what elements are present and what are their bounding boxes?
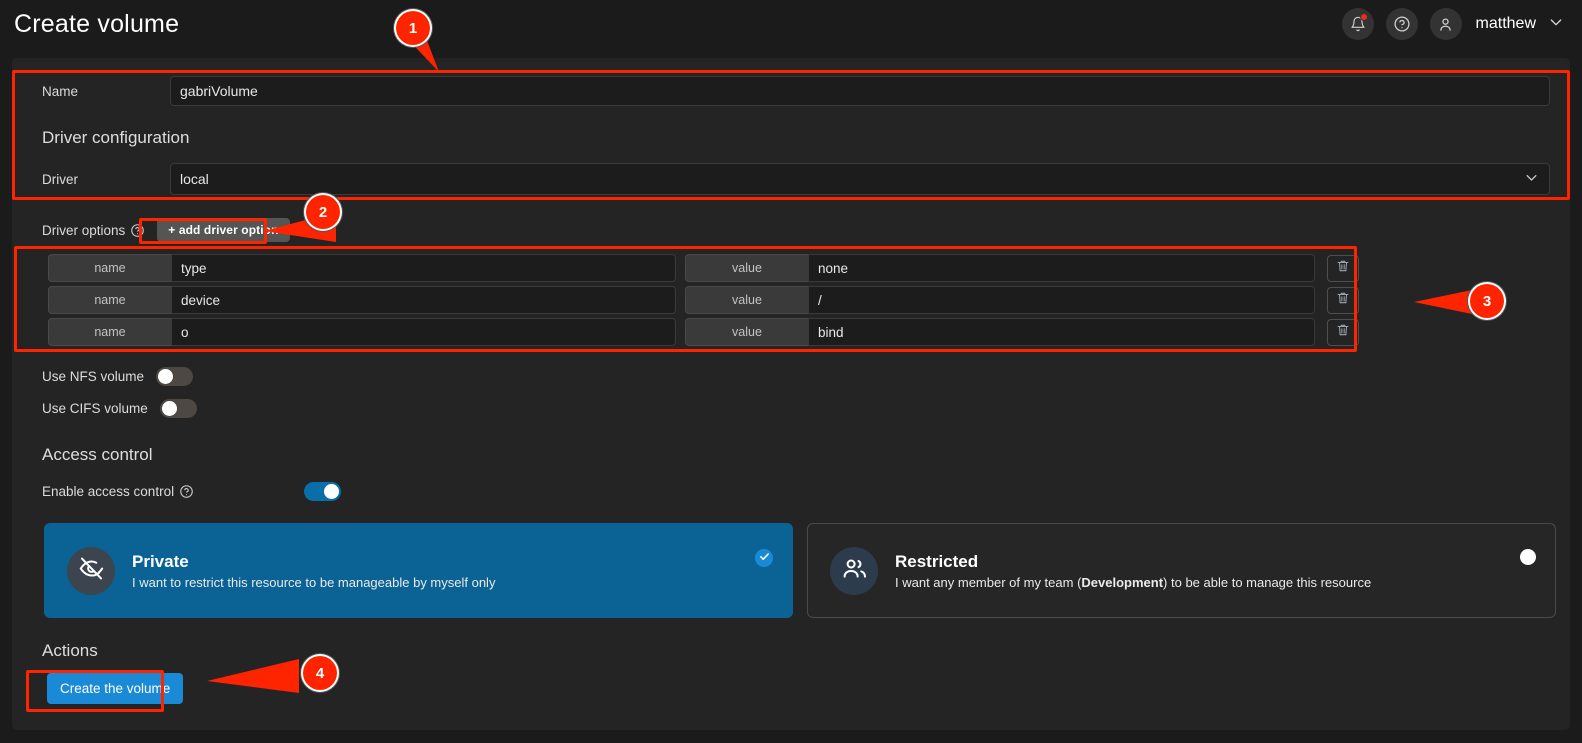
card-title: Private: [132, 551, 189, 571]
check-icon: [759, 549, 770, 567]
option-name-input[interactable]: type: [171, 254, 676, 282]
app-header: Create volume matthew: [0, 0, 1582, 48]
option-value-prefix: value: [685, 254, 808, 282]
trash-icon: [1336, 323, 1350, 342]
avatar[interactable]: [1429, 8, 1462, 40]
use-nfs-label: Use NFS volume: [42, 369, 145, 384]
option-value-prefix: value: [685, 318, 808, 346]
option-name-group: name o: [48, 318, 676, 346]
toggle-knob: [158, 369, 174, 384]
access-card-private[interactable]: Private I want to restrict this resource…: [44, 523, 793, 618]
driver-option-row: name device value /: [48, 286, 1554, 314]
card-desc-prefix: I want to restrict this resource to be m…: [132, 574, 496, 590]
card-icon-wrapper: [830, 546, 878, 595]
option-name-input[interactable]: o: [171, 318, 676, 346]
notifications-button[interactable]: [1341, 8, 1374, 40]
annotation-marker-2: 2: [306, 195, 340, 229]
toggle-knob: [324, 484, 340, 499]
card-desc-team: Development: [1081, 574, 1164, 590]
unselected-indicator: [1520, 549, 1536, 565]
card-text: Private I want to restrict this resource…: [132, 552, 495, 590]
enable-access-control-toggle[interactable]: [304, 482, 342, 501]
help-button[interactable]: [1385, 8, 1418, 40]
driver-label: Driver: [42, 171, 78, 187]
driver-row: Driver local: [28, 163, 1554, 195]
trash-icon: [1336, 291, 1350, 310]
use-cifs-toggle[interactable]: [159, 399, 197, 418]
user-avatar-icon: [1437, 16, 1454, 33]
enable-access-control-row: Enable access control: [42, 482, 1554, 501]
access-card-restricted[interactable]: Restricted I want any member of my team …: [807, 523, 1556, 618]
users-icon: [841, 555, 868, 587]
access-control-cards: Private I want to restrict this resource…: [42, 523, 1558, 618]
enable-access-control-label: Enable access control: [42, 484, 175, 499]
annotation-marker-1: 1: [396, 11, 430, 45]
header-actions: matthew: [1341, 8, 1564, 40]
access-control-title: Access control: [42, 445, 153, 464]
annotation-marker-3: 3: [1470, 284, 1504, 318]
help-icon: [1393, 15, 1411, 33]
use-nfs-row: Use NFS volume: [42, 367, 1554, 386]
option-name-prefix: name: [48, 286, 171, 314]
name-row: Name gabriVolume: [28, 76, 1554, 106]
driver-configuration-title: Driver configuration: [42, 128, 190, 147]
option-name-prefix: name: [48, 318, 171, 346]
option-name-input[interactable]: device: [171, 286, 676, 314]
selected-indicator: [755, 549, 773, 567]
card-text: Restricted I want any member of my team …: [895, 552, 1371, 590]
annotation-marker-4: 4: [303, 656, 337, 690]
option-value-input[interactable]: bind: [808, 318, 1315, 346]
delete-option-button[interactable]: [1327, 254, 1359, 282]
option-name-prefix: name: [48, 254, 171, 282]
help-icon[interactable]: [130, 223, 145, 238]
chevron-down-icon[interactable]: [1548, 14, 1564, 35]
card-desc-prefix: I want any member of my team (: [895, 574, 1082, 590]
option-value-input[interactable]: none: [808, 254, 1315, 282]
notification-badge: [1359, 13, 1368, 21]
card-description: I want any member of my team (Developmen…: [895, 575, 1371, 590]
name-label: Name: [42, 83, 79, 99]
driver-option-row: name type value none: [48, 254, 1554, 282]
annotation-arrow-4: [207, 659, 299, 693]
use-nfs-toggle[interactable]: [156, 367, 194, 386]
card-description: I want to restrict this resource to be m…: [132, 575, 495, 590]
option-value-prefix: value: [685, 286, 808, 314]
option-name-group: name device: [48, 286, 676, 314]
option-value-input[interactable]: /: [808, 286, 1315, 314]
page-title: Create volume: [14, 9, 180, 38]
card-title: Restricted: [895, 551, 979, 571]
toggle-knob: [161, 401, 177, 416]
driver-option-row: name o value bind: [48, 318, 1554, 346]
name-input[interactable]: gabriVolume: [170, 76, 1550, 106]
option-value-group: value bind: [685, 318, 1315, 346]
app-root: Create volume matthew Name gabriVolume D…: [0, 0, 1582, 743]
use-cifs-label: Use CIFS volume: [42, 401, 148, 416]
delete-option-button[interactable]: [1327, 286, 1359, 314]
card-icon-wrapper: [67, 546, 115, 595]
driver-select[interactable]: local: [170, 163, 1550, 195]
driver-select-value: local: [180, 171, 209, 187]
create-volume-button[interactable]: Create the volume: [47, 673, 184, 704]
card-desc-suffix: ) to be able to manage this resource: [1163, 574, 1372, 590]
driver-options-list: name type value none name device value /…: [48, 254, 1554, 346]
driver-options-label: Driver options: [42, 222, 126, 238]
delete-option-button[interactable]: [1327, 318, 1359, 346]
trash-icon: [1336, 259, 1350, 278]
eye-off-icon: [78, 555, 105, 587]
option-name-group: name type: [48, 254, 676, 282]
create-volume-panel: Name gabriVolume Driver configuration Dr…: [12, 58, 1570, 730]
help-icon[interactable]: [179, 484, 194, 499]
option-value-group: value /: [685, 286, 1315, 314]
use-cifs-row: Use CIFS volume: [42, 399, 1554, 418]
option-value-group: value none: [685, 254, 1315, 282]
username-label[interactable]: matthew: [1476, 15, 1536, 33]
chevron-down-icon: [1524, 170, 1539, 188]
